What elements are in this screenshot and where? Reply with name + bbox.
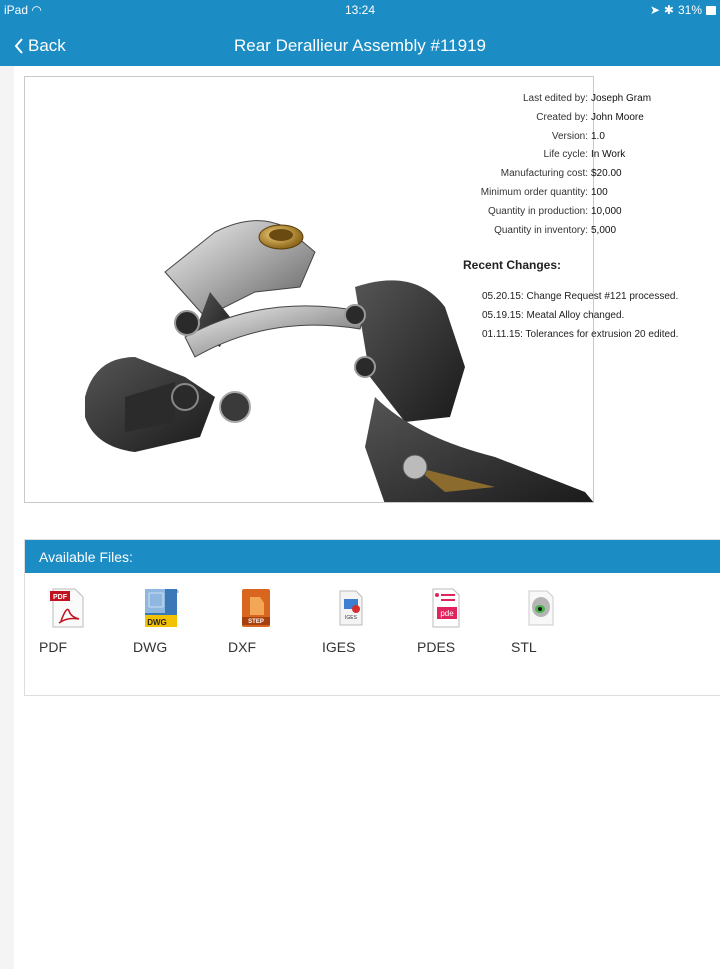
iges-badge: IGES (345, 615, 358, 621)
pdf-badge: PDF (53, 594, 68, 601)
dwg-file-icon: DWG TM (145, 589, 179, 627)
file-item-dwg[interactable]: DWG TM DWG (133, 587, 203, 657)
dwg-badge: DWG (147, 618, 167, 627)
recent-change-item: 05.20.15: Change Request #121 processed. (482, 291, 679, 302)
meta-value: Joseph Gram (591, 93, 652, 104)
file-label: STL (511, 639, 537, 655)
file-item-iges[interactable]: IGES IGES (322, 587, 392, 657)
app-header: iPad ◠ 13:24 ➤ ✱ 31% Back Rear Derallieu… (0, 0, 720, 66)
nav-bar: Back Rear Derallieur Assembly #11919 (0, 22, 720, 66)
meta-value: $20.00 (591, 168, 622, 180)
bluetooth-icon: ✱ (663, 3, 674, 17)
file-label: PDES (417, 639, 456, 655)
meta-row-qty-in-production: Quantity in production: 10,000 (430, 203, 720, 222)
meta-label: Life cycle: (543, 149, 588, 161)
meta-value: In Work (591, 149, 626, 161)
meta-row-version: Version: 1.0 (430, 128, 720, 147)
file-item-stl[interactable]: STL (511, 587, 581, 657)
trademark-mark: TM (176, 589, 179, 594)
left-margin (0, 66, 14, 969)
meta-label: Manufacturing cost: (500, 168, 588, 180)
recent-changes-list: 05.20.15: Change Request #121 processed.… (482, 287, 678, 344)
status-time: 13:24 (344, 3, 376, 17)
recent-changes-title: Recent Changes: (463, 258, 562, 272)
meta-label: Version: (551, 130, 588, 142)
available-files-header: Available Files: (25, 540, 720, 573)
battery-percent: 31% (677, 3, 702, 17)
page-title: Rear Derallieur Assembly #11919 (234, 36, 486, 55)
pde-badge: pde (440, 609, 454, 618)
meta-label: Created by: (536, 111, 588, 123)
meta-row-qty-in-inventory: Quantity in inventory: 5,000 (430, 222, 720, 241)
meta-label: Quantity in inventory: (494, 224, 588, 236)
file-item-pdes[interactable]: pde PDES (417, 587, 487, 657)
file-label: PDF (39, 639, 67, 655)
meta-row-created-by: Created by: John Moore (430, 109, 720, 128)
step-badge: STEP (248, 619, 264, 625)
part-metadata: Last edited by: Joseph Gram Created by: … (430, 90, 720, 240)
status-bar: iPad ◠ 13:24 ➤ ✱ 31% (0, 0, 720, 22)
stl-file-icon (528, 590, 554, 626)
pdf-file-icon: PDF (50, 588, 84, 628)
meta-row-manufacturing-cost: Manufacturing cost: $20.00 (430, 165, 720, 184)
meta-row-min-order-qty: Minimum order quantity: 100 (430, 184, 720, 203)
meta-row-last-edited: Last edited by: Joseph Gram (430, 90, 720, 109)
file-label: DXF (228, 639, 256, 655)
meta-label: Minimum order quantity: (480, 186, 588, 198)
meta-value: 5,000 (591, 224, 617, 236)
file-list: PDF PDF DWG TM DWG STEP DXF (25, 587, 720, 657)
meta-value: 100 (591, 186, 608, 198)
file-item-dxf[interactable]: STEP DXF (228, 587, 298, 657)
status-right: ➤ ✱ 31% (650, 3, 716, 17)
meta-value: 1.0 (591, 130, 605, 142)
iges-file-icon: IGES (339, 590, 363, 626)
dxf-file-icon: STEP (242, 589, 270, 627)
meta-row-life-cycle: Life cycle: In Work (430, 146, 720, 165)
file-label: IGES (322, 639, 356, 655)
meta-value: 10,000 (591, 205, 622, 217)
file-item-pdf[interactable]: PDF PDF (39, 587, 109, 657)
meta-value: John Moore (591, 111, 644, 123)
meta-label: Quantity in production: (487, 205, 588, 217)
recent-change-item: 05.19.15: Meatal Alloy changed. (482, 310, 625, 321)
meta-label: Last edited by: (522, 93, 588, 104)
battery-icon (706, 5, 716, 15)
file-label: DWG (133, 639, 168, 655)
location-icon: ➤ (649, 3, 660, 17)
recent-change-item: 01.11.15: Tolerances for extrusion 20 ed… (482, 329, 679, 340)
pdes-file-icon: pde (432, 588, 460, 628)
available-files-panel: Available Files: PDF PDF DWG TM DWG (24, 539, 720, 696)
